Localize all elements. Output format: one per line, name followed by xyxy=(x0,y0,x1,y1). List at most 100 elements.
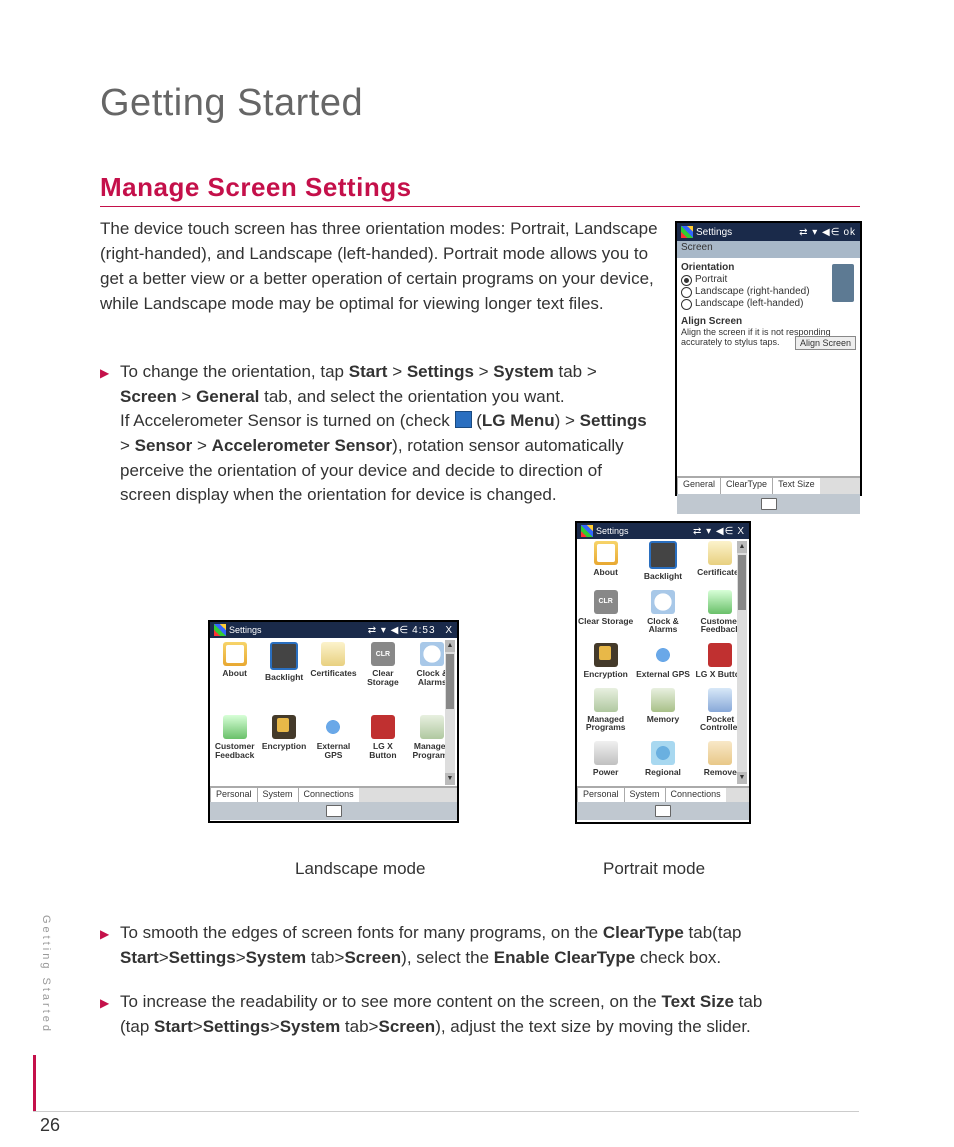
titlebar: Settings ⇄ ▾ ◀∈ 4:53 X xyxy=(210,622,457,638)
app-label: Power xyxy=(593,768,619,777)
scrollbar[interactable]: ▲▼ xyxy=(445,640,455,785)
ico-cert-icon xyxy=(321,642,345,666)
bold-start: Start xyxy=(349,362,388,381)
tab-cleartype[interactable]: ClearType xyxy=(720,477,773,494)
app-label: Encryption xyxy=(262,742,306,751)
scroll-up-icon[interactable]: ▲ xyxy=(737,541,747,553)
ico-lgx-icon xyxy=(708,643,732,667)
app-label: Backlight xyxy=(644,572,682,581)
app-label: Memory xyxy=(647,715,680,724)
app-label: External GPS xyxy=(636,670,690,679)
footer-rule xyxy=(33,1111,859,1112)
title-text: Settings xyxy=(229,625,262,635)
section-heading: Manage Screen Settings xyxy=(100,172,412,203)
bold-accel: Accelerometer Sensor xyxy=(212,436,392,455)
text: To change the orientation, tap xyxy=(120,362,349,381)
bold-general: General xyxy=(196,387,259,406)
bold-cleartype: ClearType xyxy=(603,923,684,942)
caption-landscape: Landscape mode xyxy=(295,859,425,879)
scroll-thumb[interactable] xyxy=(738,555,746,610)
app-icon-lg-x-button[interactable]: LG X Button xyxy=(358,715,407,786)
radio-icon xyxy=(681,287,692,298)
tabs: General ClearType Text Size xyxy=(677,476,860,494)
app-icon-managed-programs[interactable]: Managed Programs xyxy=(577,688,634,741)
scroll-up-icon[interactable]: ▲ xyxy=(445,640,455,652)
tab-connections[interactable]: Connections xyxy=(665,787,727,802)
app-icon-external-gps[interactable]: External GPS xyxy=(634,643,691,688)
sip-bar xyxy=(577,802,749,820)
app-icon-backlight[interactable]: Backlight xyxy=(634,541,691,590)
app-icon-backlight[interactable]: Backlight xyxy=(259,642,308,713)
close-button[interactable]: X xyxy=(737,526,745,537)
scroll-down-icon[interactable]: ▼ xyxy=(737,772,747,784)
radio-landscape-right[interactable]: Landscape (right-handed) xyxy=(681,286,856,298)
app-icon-regional[interactable]: Regional xyxy=(634,741,691,786)
keyboard-icon[interactable] xyxy=(655,805,671,817)
tab-connections[interactable]: Connections xyxy=(298,787,360,802)
bold-lgmenu: LG Menu xyxy=(482,411,555,430)
icon-grid: AboutBacklightCertificatesCLRClear Stora… xyxy=(577,539,749,786)
app-icon-certificates[interactable]: Certificates xyxy=(309,642,358,713)
status-icons: ⇄ ▾ ◀∈ ok xyxy=(799,227,856,238)
title-text: Settings xyxy=(596,526,629,536)
title-text: Settings xyxy=(696,227,732,238)
app-label: Clear Storage xyxy=(578,617,633,626)
ico-gps-icon xyxy=(651,643,675,667)
status-icons: ⇄ ▾ ◀∈ 4:53 X xyxy=(368,625,453,636)
tab-personal[interactable]: Personal xyxy=(210,787,258,802)
align-screen-button[interactable]: Align Screen xyxy=(795,336,856,350)
ico-mp-icon xyxy=(420,715,444,739)
chapter-title: Getting Started xyxy=(100,82,363,125)
scroll-thumb[interactable] xyxy=(446,654,454,709)
page-number: 26 xyxy=(40,1115,60,1136)
screenshot-landscape: Settings ⇄ ▾ ◀∈ 4:53 X AboutBacklightCer… xyxy=(208,620,459,823)
app-icon-clear-storage[interactable]: CLRClear Storage xyxy=(358,642,407,713)
app-icon-clock-alarms[interactable]: Clock & Alarms xyxy=(634,590,691,643)
ok-button[interactable]: ok xyxy=(843,227,856,238)
keyboard-icon[interactable] xyxy=(326,805,342,817)
caption-portrait: Portrait mode xyxy=(603,859,705,879)
app-icon-external-gps[interactable]: External GPS xyxy=(309,715,358,786)
align-heading: Align Screen xyxy=(681,316,856,327)
ico-bl-icon xyxy=(270,642,298,670)
scroll-down-icon[interactable]: ▼ xyxy=(445,773,455,785)
tab-textsize[interactable]: Text Size xyxy=(772,477,821,494)
tab-system[interactable]: System xyxy=(624,787,666,802)
ico-bl-icon xyxy=(649,541,677,569)
radio-portrait[interactable]: Portrait xyxy=(681,274,856,286)
app-icon-memory[interactable]: Memory xyxy=(634,688,691,741)
sip-bar xyxy=(210,802,457,820)
scrollbar[interactable]: ▲▼ xyxy=(737,541,747,784)
ico-lgx-icon xyxy=(371,715,395,739)
app-icon-customer-feedback[interactable]: Customer Feedback xyxy=(210,715,259,786)
tab-general[interactable]: General xyxy=(677,477,721,494)
bold-enable-cleartype: Enable ClearType xyxy=(494,948,635,967)
ico-pw-icon xyxy=(594,741,618,765)
app-icon-power[interactable]: Power xyxy=(577,741,634,786)
radio-landscape-left[interactable]: Landscape (left-handed) xyxy=(681,298,856,310)
orientation-heading: Orientation xyxy=(681,262,856,273)
bold-settings: Settings xyxy=(407,362,474,381)
app-label: Certificates xyxy=(310,669,356,678)
app-icon-encryption[interactable]: Encryption xyxy=(577,643,634,688)
bullet-triangle-icon: ▶ xyxy=(100,995,109,1012)
app-icon-encryption[interactable]: Encryption xyxy=(259,715,308,786)
bullet-triangle-icon: ▶ xyxy=(100,365,109,382)
app-icon-clear-storage[interactable]: CLRClear Storage xyxy=(577,590,634,643)
bullet-triangle-icon: ▶ xyxy=(100,926,109,943)
ico-mem-icon xyxy=(651,688,675,712)
tabs: Personal System Connections xyxy=(210,786,457,802)
tab-personal[interactable]: Personal xyxy=(577,787,625,802)
keyboard-icon[interactable] xyxy=(761,498,777,510)
windows-logo-icon xyxy=(214,624,226,636)
manual-page: Getting Started Manage Screen Settings T… xyxy=(0,0,954,1147)
status-icons: ⇄ ▾ ◀∈ X xyxy=(693,526,745,537)
app-label: LG X Button xyxy=(358,742,407,759)
bold-settings2: Settings xyxy=(580,411,647,430)
close-button[interactable]: X xyxy=(445,625,453,636)
app-icon-about[interactable]: About xyxy=(577,541,634,590)
side-chapter-label: Getting Started xyxy=(40,915,52,1034)
ico-pc-icon xyxy=(708,688,732,712)
tab-system[interactable]: System xyxy=(257,787,299,802)
app-icon-about[interactable]: About xyxy=(210,642,259,713)
